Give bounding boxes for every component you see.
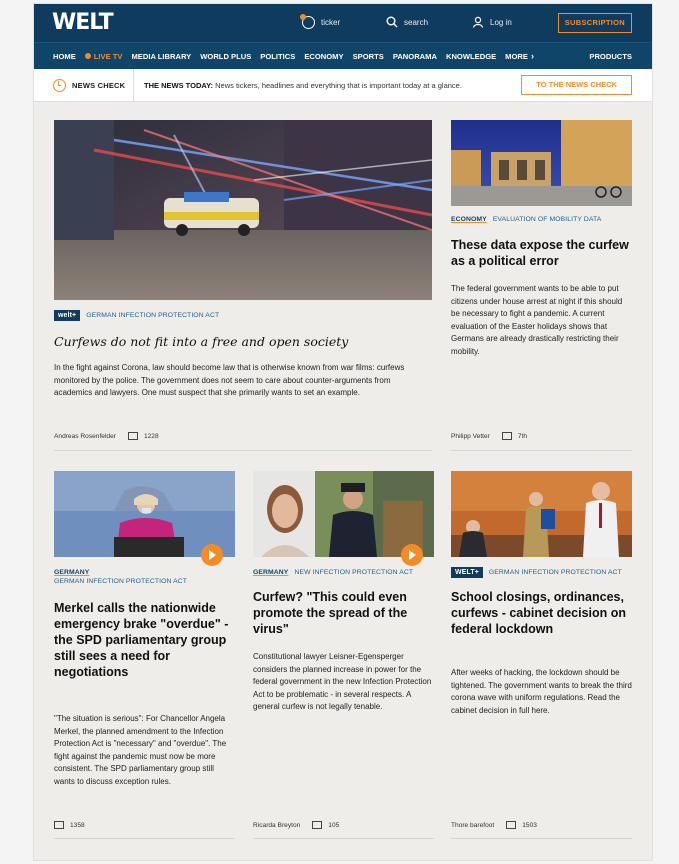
card-2-body: Constitutional lawyer Leisner-Egensperge… (253, 652, 432, 711)
card-3-meta: Thore barefoot 1503 (451, 821, 537, 829)
nav-economy[interactable]: ECONOMY (304, 52, 343, 61)
nav-politics[interactable]: POLITICS (260, 52, 295, 61)
live-dot-icon (84, 53, 91, 59)
login-label: Log in (490, 17, 512, 27)
login-link[interactable]: Log in (472, 16, 512, 28)
card-2-author[interactable]: Ricarda Breyton (253, 822, 300, 829)
card-2-meta: Ricarda Breyton 105 (253, 821, 339, 829)
side-comment-count[interactable]: 7th (518, 433, 527, 440)
card-1-meta: 1358 (54, 821, 85, 829)
main-navigation: HOME LIVE TV MEDIA LIBRARY WORLD PLUS PO… (34, 42, 652, 69)
user-icon (472, 16, 484, 28)
card-2-comment-count[interactable]: 105 (328, 822, 339, 829)
subscription-button[interactable]: SUBSCRIPTION (557, 13, 632, 33)
nav-more-label: MORE (505, 51, 528, 61)
side-article-image[interactable] (451, 120, 632, 206)
card-3-divider (451, 838, 632, 839)
ticker-label: ticker (321, 18, 341, 27)
search-label: search (404, 17, 429, 27)
news-today-description: News tickers, headlines and everything t… (215, 80, 462, 90)
card-1-comment-count[interactable]: 1358 (70, 822, 85, 829)
to-news-check-button[interactable]: TO THE NEWS CHECK (521, 75, 632, 95)
side-meta: Philipp Vetter 7th (451, 432, 527, 440)
news-check-link[interactable]: NEWS CHECK (34, 69, 134, 101)
welt-logo[interactable]: WELT (52, 10, 114, 35)
nav-media-library[interactable]: MEDIA LIBRARY (131, 52, 191, 61)
news-check-bar: NEWS CHECK THE NEWS TODAY: News tickers,… (34, 69, 652, 102)
ticker-link[interactable]: ticker (300, 14, 341, 29)
card-3-headline[interactable]: School closings, ordinances, curfews - c… (451, 589, 632, 637)
lead-body: In the fight against Corona, law should … (54, 363, 405, 397)
lead-comment-count[interactable]: 1228 (144, 433, 159, 440)
side-body: The federal government wants to be able … (451, 284, 623, 356)
side-category[interactable]: ECONOMY (451, 216, 487, 223)
screenshot-frame: WELT ticker search Log in SUBSCRIPTION H… (0, 0, 679, 864)
lead-kicker: welt+ GERMAN INFECTION PROTECTION ACT (54, 310, 219, 321)
side-topic[interactable]: EVALUATION OF MOBILITY DATA (493, 216, 602, 223)
search-link[interactable]: search (386, 16, 428, 28)
news-today-prefix: THE NEWS TODAY: (144, 80, 214, 90)
comment-icon (506, 821, 517, 829)
card-3-topic[interactable]: GERMAN INFECTION PROTECTION ACT (489, 569, 622, 576)
card-3-body: After weeks of hacking, the lockdown sho… (451, 668, 632, 715)
card-1-body: "The situation is serious": For Chancell… (54, 714, 227, 786)
card-2-topic[interactable]: NEW INFECTION PROTECTION ACT (294, 569, 413, 576)
side-divider (451, 450, 632, 451)
nav-sports[interactable]: SPORTS (353, 52, 384, 61)
side-author[interactable]: Philipp Vetter (451, 433, 490, 440)
lead-article-image[interactable] (54, 120, 432, 300)
comment-icon (501, 432, 512, 440)
comment-icon (312, 821, 323, 829)
comment-icon (127, 432, 138, 440)
card-3-kicker: WELT+ GERMAN INFECTION PROTECTION ACT (451, 567, 622, 578)
ticker-icon (300, 14, 315, 29)
side-kicker: ECONOMY EVALUATION OF MOBILITY DATA (451, 216, 601, 223)
card-2-play-icon[interactable] (401, 544, 423, 566)
lead-topic[interactable]: GERMAN INFECTION PROTECTION ACT (86, 312, 219, 319)
clock-icon (53, 78, 66, 92)
news-check-label: NEWS CHECK (72, 80, 126, 90)
card-3-image[interactable] (451, 471, 632, 557)
top-bar: WELT ticker search Log in SUBSCRIPTION (34, 4, 652, 42)
card-2-category[interactable]: GERMANY (253, 569, 288, 576)
nav-world-plus[interactable]: WORLD PLUS (200, 52, 251, 61)
nav-panorama[interactable]: PANORAMA (393, 52, 437, 61)
lead-divider (54, 450, 432, 451)
card-1-topic[interactable]: GERMAN INFECTION PROTECTION ACT (54, 578, 187, 585)
nav-home[interactable]: HOME (53, 52, 76, 61)
card-1-divider (54, 838, 235, 839)
nav-live-tv-label: LIVE TV (93, 51, 123, 61)
nav-more[interactable]: MORE › (505, 51, 534, 61)
welt-plus-badge: WELT+ (451, 567, 483, 578)
nav-knowledge[interactable]: KNOWLEDGE (446, 52, 496, 61)
card-2-kicker: GERMANY NEW INFECTION PROTECTION ACT (253, 569, 413, 576)
card-1-play-icon[interactable] (201, 544, 223, 566)
chevron-right-icon: › (530, 51, 534, 61)
card-1-kicker: GERMANY GERMAN INFECTION PROTECTION ACT (54, 569, 187, 585)
lead-headline[interactable]: Curfews do not fit into a free and open … (54, 334, 432, 349)
comment-icon (54, 821, 64, 829)
news-today-text: THE NEWS TODAY: News tickers, headlines … (144, 81, 462, 90)
nav-live-tv[interactable]: LIVE TV (84, 51, 123, 61)
card-2-headline[interactable]: Curfew? "This could even promote the spr… (253, 589, 436, 637)
card-2-divider (253, 838, 434, 839)
nav-products[interactable]: PRODUCTS (589, 52, 632, 61)
card-1-category[interactable]: GERMANY (54, 569, 89, 576)
welt-plus-badge: welt+ (54, 310, 81, 321)
card-3-author[interactable]: Thore barefoot (451, 822, 494, 829)
side-headline[interactable]: These data expose the curfew as a politi… (451, 237, 632, 269)
lead-author[interactable]: Andreas Rosenfelder (54, 433, 116, 440)
welt-homepage: WELT ticker search Log in SUBSCRIPTION H… (34, 4, 652, 860)
card-3-comment-count[interactable]: 1503 (522, 822, 537, 829)
card-1-headline[interactable]: Merkel calls the nationwide emergency br… (54, 600, 235, 680)
lead-meta: Andreas Rosenfelder 1228 (54, 432, 159, 440)
search-icon (386, 16, 398, 28)
